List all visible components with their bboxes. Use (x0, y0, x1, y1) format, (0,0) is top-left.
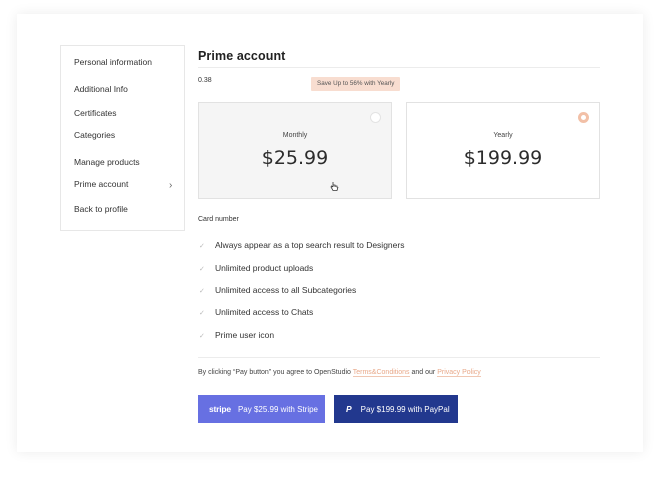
feature-text: Unlimited access to all Subcategories (215, 285, 357, 295)
sidebar-item-certificates[interactable]: Certificates (74, 108, 117, 118)
stripe-button-label: Pay $25.99 with Stripe (237, 405, 318, 414)
page-title: Prime account (198, 49, 286, 63)
feature-text: Prime user icon (215, 330, 275, 340)
sidebar-item-prime-account[interactable]: Prime account (74, 179, 182, 189)
check-icon: ✓ (199, 310, 205, 317)
check-icon: ✓ (199, 243, 205, 250)
sidebar-item-manage-products[interactable]: Manage products (74, 157, 140, 167)
plan-price: $25.99 (261, 147, 329, 169)
feature-item: ✓ Prime user icon (199, 330, 274, 340)
title-divider (198, 67, 600, 68)
sidebar-item-back-to-profile[interactable]: Back to profile (74, 204, 128, 214)
sidebar-item-label: Certificates (74, 108, 117, 118)
privacy-policy-link[interactable]: Privacy Policy (437, 369, 481, 377)
chevron-right-icon: › (169, 180, 173, 191)
agreement-middle: and our (411, 369, 436, 376)
sidebar-item-label: Personal information (74, 57, 152, 67)
plan-price: $199.99 (463, 147, 543, 169)
feature-item: ✓ Unlimited access to all Subcategories (199, 285, 356, 295)
agreement-text: By clicking “Pay button” you agree to Op… (198, 369, 481, 377)
sidebar-item-label: Prime account (74, 179, 129, 189)
sidebar-item-additional-info[interactable]: Additional Info (74, 84, 128, 94)
check-icon: ✓ (199, 333, 205, 340)
plan-radio-yearly[interactable] (578, 112, 589, 123)
feature-text: Unlimited product uploads (215, 263, 314, 273)
plan-label: Monthly (282, 132, 308, 139)
save-badge: Save Up to 56% with Yearly (311, 77, 401, 91)
paypal-icon: P (346, 404, 352, 414)
plan-card-yearly[interactable]: Yearly $199.99 (406, 102, 600, 199)
small-value: 0.38 (198, 77, 212, 84)
feature-text: Unlimited access to Chats (215, 307, 314, 317)
plan-radio-monthly[interactable] (370, 112, 381, 123)
sidebar-item-categories[interactable]: Categories (74, 130, 115, 140)
stripe-logo: stripe (209, 404, 231, 414)
terms-link[interactable]: Terms&Conditions (352, 369, 410, 377)
sidebar-item-personal-information[interactable]: Personal information (74, 57, 152, 67)
plan-label: Yearly (493, 132, 513, 139)
pay-paypal-button[interactable]: P Pay $199.99 with PayPal (334, 395, 458, 423)
check-icon: ✓ (199, 288, 205, 295)
agreement-prefix: By clicking “Pay button” you agree to Op… (198, 369, 351, 376)
feature-item: ✓ Always appear as a top search result to… (199, 240, 404, 250)
sidebar-item-label: Categories (74, 130, 116, 140)
sidebar-nav: Personal information Additional Info Cer… (60, 45, 185, 231)
paypal-button-label: Pay $199.99 with PayPal (360, 405, 450, 414)
check-icon: ✓ (199, 266, 205, 273)
feature-item: ✓ Unlimited product uploads (199, 263, 313, 273)
sidebar-item-label: Back to profile (74, 204, 128, 214)
sidebar-item-label: Additional Info (74, 84, 128, 94)
feature-item: ✓ Unlimited access to Chats (199, 307, 313, 317)
sidebar-item-label: Manage products (74, 157, 140, 167)
feature-text: Always appear as a top search result to … (215, 240, 405, 250)
pay-stripe-button[interactable]: stripe Pay $25.99 with Stripe (198, 395, 325, 423)
plan-card-monthly[interactable]: Monthly $25.99 (198, 102, 392, 199)
hand-cursor-icon (330, 182, 339, 191)
features-divider (198, 357, 600, 358)
card-number-label: Card number (198, 216, 239, 223)
